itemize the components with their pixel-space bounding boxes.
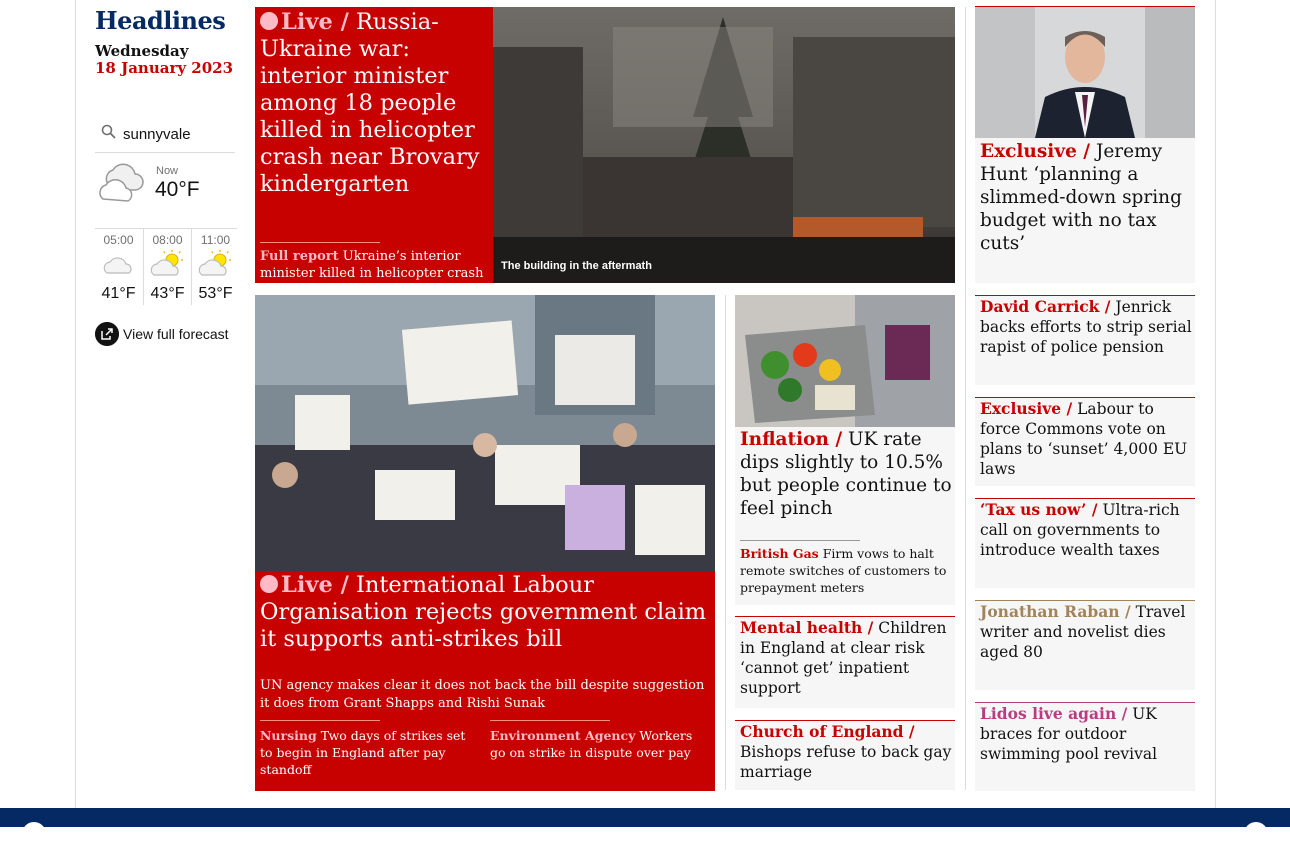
second-headline[interactable]: Live / International Labour Organisation… <box>260 572 712 653</box>
lead-sublink-kicker: Full report <box>260 249 339 264</box>
story-kicker: ‘Tax us now’ / <box>980 500 1098 519</box>
inflation-kicker: Inflation / <box>740 429 843 450</box>
shopping-basket-photo <box>735 295 955 427</box>
hour-temp: 43°F <box>150 285 185 302</box>
hour-temp: 41°F <box>101 285 136 302</box>
sublink-kicker: British Gas <box>740 546 819 561</box>
story-kicker: Mental health / <box>740 618 874 637</box>
hour-time: 05:00 <box>103 233 134 247</box>
nav-icon[interactable] <box>22 822 46 846</box>
story-headline[interactable]: Jonathan Raban / Travel writer and novel… <box>980 602 1192 662</box>
external-link-icon <box>95 322 119 346</box>
hunt-story-card[interactable]: Exclusive / Jeremy Hunt ‘planning a slim… <box>975 6 1195 283</box>
hour-time: 08:00 <box>152 233 183 247</box>
story-headline-text: Bishops refuse to back gay marriage <box>740 743 952 781</box>
column-divider <box>965 7 966 790</box>
divider <box>260 242 380 243</box>
story-headline[interactable]: ‘Tax us now’ / Ultra-rich call on govern… <box>980 500 1192 560</box>
story-card[interactable]: Exclusive / Labour to force Commons vote… <box>975 397 1195 486</box>
story-headline[interactable]: David Carrick / Jenrick backs efforts to… <box>980 297 1192 357</box>
strike-photo <box>255 295 715 571</box>
story-kicker: David Carrick / <box>980 297 1111 316</box>
hunt-headline[interactable]: Exclusive / Jeremy Hunt ‘planning a slim… <box>980 140 1192 255</box>
inflation-sublink[interactable]: British Gas Firm vows to halt remote swi… <box>740 545 952 596</box>
lead-photo-caption: The building in the aftermath <box>501 260 652 272</box>
second-kicker: Live / <box>281 572 349 598</box>
story-card[interactable]: David Carrick / Jenrick backs efforts to… <box>975 295 1195 385</box>
now-label: Now <box>156 165 179 177</box>
date-full: 18 January 2023 <box>95 59 234 77</box>
story-headline[interactable]: Church of England / Bishops refuse to ba… <box>740 722 952 782</box>
location-input[interactable]: sunnyvale <box>123 126 191 143</box>
search-icon <box>101 124 116 139</box>
inflation-story-card[interactable]: Inflation / UK rate dips slightly to 10.… <box>735 295 955 605</box>
divider <box>260 720 380 721</box>
story-kicker: Jonathan Raban / <box>980 602 1131 621</box>
divider <box>740 540 860 541</box>
view-forecast-label: View full forecast <box>123 326 229 342</box>
lead-sublink[interactable]: Full report Ukraine’s interior minister … <box>260 248 488 282</box>
story-card[interactable]: Church of England / Bishops refuse to ba… <box>735 720 955 790</box>
now-temperature: 40°F <box>155 178 200 201</box>
lead-photo <box>493 7 955 283</box>
sun-behind-cloud-icon <box>198 250 231 276</box>
live-pulse-icon <box>260 575 278 593</box>
sublink-kicker: Nursing <box>260 728 317 743</box>
story-card[interactable]: Jonathan Raban / Travel writer and novel… <box>975 600 1195 690</box>
lead-headline[interactable]: Live / Russia-Ukraine war: interior mini… <box>260 9 490 198</box>
second-sublink[interactable]: Nursing Two days of strikes set to begin… <box>260 720 480 778</box>
hour-forecast: 11:00 53°F <box>191 229 239 305</box>
hourly-forecast: 05:00 41°F 08:00 43°F 11:00 53°F <box>95 228 237 307</box>
cloudy-icon <box>99 163 144 202</box>
story-card[interactable]: Mental health / Children in England at c… <box>735 616 955 708</box>
lead-story-card[interactable]: Live / Russia-Ukraine war: interior mini… <box>255 7 955 283</box>
story-headline[interactable]: Mental health / Children in England at c… <box>740 618 952 698</box>
jeremy-hunt-photo <box>975 7 1195 138</box>
bottom-nav-bar <box>0 808 1290 846</box>
nav-icon[interactable] <box>1244 822 1268 846</box>
story-card[interactable]: Lidos live again / UK braces for outdoor… <box>975 702 1195 791</box>
lead-kicker: Live / <box>281 9 349 35</box>
story-kicker: Exclusive / <box>980 399 1073 418</box>
sun-behind-cloud-icon <box>150 250 183 276</box>
date-day: Wednesday <box>95 42 189 60</box>
hour-forecast: 05:00 41°F <box>95 229 142 305</box>
sublink-kicker: Environment Agency <box>490 728 636 743</box>
hunt-kicker: Exclusive / <box>980 141 1091 162</box>
hour-temp: 53°F <box>198 285 233 302</box>
hour-time: 11:00 <box>200 233 231 247</box>
story-kicker: Church of England / <box>740 722 915 741</box>
story-headline[interactable]: Exclusive / Labour to force Commons vote… <box>980 399 1192 479</box>
story-headline[interactable]: Lidos live again / UK braces for outdoor… <box>980 704 1192 764</box>
story-card[interactable]: ‘Tax us now’ / Ultra-rich call on govern… <box>975 498 1195 588</box>
second-sublink[interactable]: Environment Agency Workers go on strike … <box>490 720 710 761</box>
second-standfirst: UN agency makes clear it does not back t… <box>260 678 705 711</box>
hour-forecast: 08:00 43°F <box>143 229 191 305</box>
cloud-icon <box>103 257 132 274</box>
inflation-headline[interactable]: Inflation / UK rate dips slightly to 10.… <box>740 428 952 520</box>
live-pulse-icon <box>260 12 278 30</box>
weather-location-search[interactable]: sunnyvale <box>95 118 235 153</box>
divider <box>490 720 610 721</box>
story-kicker: Lidos live again / <box>980 704 1128 723</box>
lead-headline-text: Russia-Ukraine war: interior minister am… <box>260 9 480 197</box>
column-divider <box>725 295 726 790</box>
section-title[interactable]: Headlines <box>95 6 226 35</box>
second-story-card[interactable]: Live / International Labour Organisation… <box>255 295 715 791</box>
